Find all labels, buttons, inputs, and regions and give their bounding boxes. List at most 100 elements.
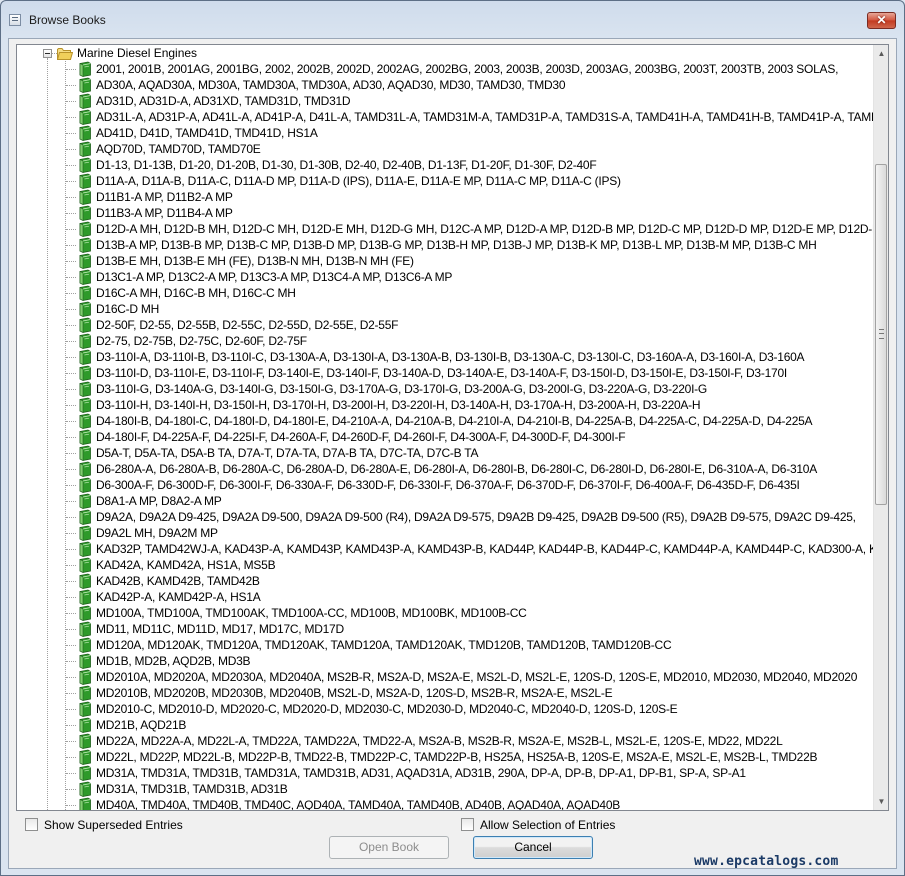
tree-item[interactable]: KAD42A, KAMD42A, HS1A, MS5B [17, 557, 874, 573]
tree-vertical-scrollbar[interactable]: ▲ ▼ [873, 45, 888, 810]
tree-item[interactable]: 2001, 2001B, 2001AG, 2001BG, 2002, 2002B… [17, 61, 874, 77]
tree-item-label: AD31L-A, AD31P-A, AD41L-A, AD41P-A, D41L… [96, 110, 874, 124]
tree-item[interactable]: MD11, MD11C, MD11D, MD17, MD17C, MD17D [17, 621, 874, 637]
tree-item-label: D4-180I-F, D4-225A-F, D4-225I-F, D4-260A… [96, 430, 626, 444]
tree-branch-line [66, 293, 76, 294]
book-icon [79, 541, 91, 557]
tree-item[interactable]: D16C-D MH [17, 301, 874, 317]
tree-node-marine-diesel-engines[interactable]: Marine Diesel Engines [17, 45, 874, 61]
tree-item[interactable]: MD120A, MD120AK, TMD120A, TMD120AK, TAMD… [17, 637, 874, 653]
tree-item[interactable]: MD31A, TMD31A, TMD31B, TAMD31A, TAMD31B,… [17, 765, 874, 781]
show-superseded-checkbox[interactable] [25, 818, 38, 831]
book-icon [79, 285, 91, 301]
title-bar[interactable]: Browse Books ✕ [1, 1, 904, 39]
tree-branch-line [66, 69, 76, 70]
tree-item[interactable]: D8A1-A MP, D8A2-A MP [17, 493, 874, 509]
tree-item[interactable]: D6-280A-A, D6-280A-B, D6-280A-C, D6-280A… [17, 461, 874, 477]
book-icon [79, 605, 91, 621]
book-icon [79, 461, 91, 477]
book-icon [79, 765, 91, 781]
tree-branch-line [66, 741, 76, 742]
book-icon [79, 349, 91, 365]
tree-item[interactable]: MD31A, TMD31B, TAMD31B, AD31B [17, 781, 874, 797]
tree-item[interactable]: D12D-A MH, D12D-B MH, D12D-C MH, D12D-E … [17, 221, 874, 237]
tree-item[interactable]: MD2010A, MD2020A, MD2030A, MD2040A, MS2B… [17, 669, 874, 685]
collapse-toggle-icon[interactable] [43, 49, 52, 58]
tree-item[interactable]: D4-180I-B, D4-180I-C, D4-180I-D, D4-180I… [17, 413, 874, 429]
tree-item[interactable]: D11B3-A MP, D11B4-A MP [17, 205, 874, 221]
book-icon [79, 509, 91, 525]
tree-item[interactable]: KAD32P, TAMD42WJ-A, KAD43P-A, KAMD43P, K… [17, 541, 874, 557]
tree-item[interactable]: D13B-A MP, D13B-B MP, D13B-C MP, D13B-D … [17, 237, 874, 253]
tree-item[interactable]: MD22L, MD22P, MD22L-B, MD22P-B, TMD22-B,… [17, 749, 874, 765]
tree-item-label: AD31D, AD31D-A, AD31XD, TAMD31D, TMD31D [96, 94, 351, 108]
tree-item[interactable]: MD2010-C, MD2010-D, MD2020-C, MD2020-D, … [17, 701, 874, 717]
close-button[interactable]: ✕ [867, 12, 896, 29]
cancel-button[interactable]: Cancel [473, 836, 593, 859]
tree-item[interactable]: D13C1-A MP, D13C2-A MP, D13C3-A MP, D13C… [17, 269, 874, 285]
tree-item-label: D2-50F, D2-55, D2-55B, D2-55C, D2-55D, D… [96, 318, 399, 332]
tree-item[interactable]: D1-13, D1-13B, D1-20, D1-20B, D1-30, D1-… [17, 157, 874, 173]
tree-item-label: D3-110I-H, D3-140I-H, D3-150I-H, D3-170I… [96, 398, 701, 412]
window-app-icon [9, 14, 21, 26]
tree-item[interactable]: D16C-A MH, D16C-B MH, D16C-C MH [17, 285, 874, 301]
scroll-down-arrow-icon[interactable]: ▼ [874, 793, 888, 810]
tree-item[interactable]: D2-50F, D2-55, D2-55B, D2-55C, D2-55D, D… [17, 317, 874, 333]
tree-branch-line [66, 197, 76, 198]
tree-item-label: KAD32P, TAMD42WJ-A, KAD43P-A, KAMD43P, K… [96, 542, 874, 556]
tree-item[interactable]: KAD42P-A, KAMD42P-A, HS1A [17, 589, 874, 605]
tree-item[interactable]: AQD70D, TAMD70D, TAMD70E [17, 141, 874, 157]
tree-item[interactable]: MD40A, TMD40A, TMD40B, TMD40C, AQD40A, T… [17, 797, 874, 810]
tree-item-label: D6-280A-A, D6-280A-B, D6-280A-C, D6-280A… [96, 462, 817, 476]
open-book-button[interactable]: Open Book [329, 836, 449, 859]
book-icon [79, 317, 91, 333]
tree-item[interactable]: D4-180I-F, D4-225A-F, D4-225I-F, D4-260A… [17, 429, 874, 445]
tree-item[interactable]: MD2010B, MD2020B, MD2030B, MD2040B, MS2L… [17, 685, 874, 701]
tree-branch-line [66, 133, 76, 134]
tree-branch-line [66, 693, 76, 694]
tree-item[interactable]: AD31L-A, AD31P-A, AD41L-A, AD41P-A, D41L… [17, 109, 874, 125]
book-icon [79, 701, 91, 717]
tree-branch-line [66, 613, 76, 614]
tree-item-label: KAD42P-A, KAMD42P-A, HS1A [96, 590, 261, 604]
tree-item[interactable]: D11B1-A MP, D11B2-A MP [17, 189, 874, 205]
tree-item[interactable]: D3-110I-H, D3-140I-H, D3-150I-H, D3-170I… [17, 397, 874, 413]
tree-branch-line [66, 229, 76, 230]
tree-item[interactable]: AD30A, AQAD30A, MD30A, TAMD30A, TMD30A, … [17, 77, 874, 93]
tree-item[interactable]: D11A-A, D11A-B, D11A-C, D11A-D MP, D11A-… [17, 173, 874, 189]
tree-item[interactable]: D5A-T, D5A-TA, D5A-B TA, D7A-T, D7A-TA, … [17, 445, 874, 461]
book-tree-view[interactable]: Marine Diesel Engines 2001, 2001B, 2001A… [16, 44, 889, 811]
tree-item[interactable]: D3-110I-D, D3-110I-E, D3-110I-F, D3-140I… [17, 365, 874, 381]
book-icon [79, 61, 91, 77]
tree-item-label: D1-13, D1-13B, D1-20, D1-20B, D1-30, D1-… [96, 158, 597, 172]
tree-item[interactable]: D3-110I-G, D3-140A-G, D3-140I-G, D3-150I… [17, 381, 874, 397]
tree-item[interactable]: MD1B, MD2B, AQD2B, MD3B [17, 653, 874, 669]
book-icon [79, 365, 91, 381]
tree-item[interactable]: D13B-E MH, D13B-E MH (FE), D13B-N MH, D1… [17, 253, 874, 269]
tree-branch-line [66, 485, 76, 486]
tree-item[interactable]: D6-300A-F, D6-300D-F, D6-300I-F, D6-330A… [17, 477, 874, 493]
tree-branch-line [66, 645, 76, 646]
tree-branch-line [66, 501, 76, 502]
tree-item[interactable]: MD21B, AQD21B [17, 717, 874, 733]
tree-item[interactable]: KAD42B, KAMD42B, TAMD42B [17, 573, 874, 589]
tree-item[interactable]: MD22A, MD22A-A, MD22L-A, TMD22A, TAMD22A… [17, 733, 874, 749]
tree-item[interactable]: D9A2L MH, D9A2M MP [17, 525, 874, 541]
scrollbar-thumb[interactable] [875, 164, 887, 505]
tree-item-label: MD120A, MD120AK, TMD120A, TMD120AK, TAMD… [96, 638, 672, 652]
tree-item[interactable]: D9A2A, D9A2A D9-425, D9A2A D9-500, D9A2A… [17, 509, 874, 525]
tree-branch-line [66, 85, 76, 86]
tree-item-label: D4-180I-B, D4-180I-C, D4-180I-D, D4-180I… [96, 414, 813, 428]
tree-item[interactable]: D2-75, D2-75B, D2-75C, D2-60F, D2-75F [17, 333, 874, 349]
tree-item[interactable]: MD100A, TMD100A, TMD100AK, TMD100A-CC, M… [17, 605, 874, 621]
tree-branch-line [66, 245, 76, 246]
tree-item[interactable]: AD41D, D41D, TAMD41D, TMD41D, HS1A [17, 125, 874, 141]
book-icon [79, 445, 91, 461]
book-icon [79, 669, 91, 685]
tree-item[interactable]: D3-110I-A, D3-110I-B, D3-110I-C, D3-130A… [17, 349, 874, 365]
tree-item-label: D16C-A MH, D16C-B MH, D16C-C MH [96, 286, 296, 300]
book-icon [79, 685, 91, 701]
tree-item[interactable]: AD31D, AD31D-A, AD31XD, TAMD31D, TMD31D [17, 93, 874, 109]
scroll-up-arrow-icon[interactable]: ▲ [874, 45, 888, 62]
allow-selection-checkbox[interactable] [461, 818, 474, 831]
